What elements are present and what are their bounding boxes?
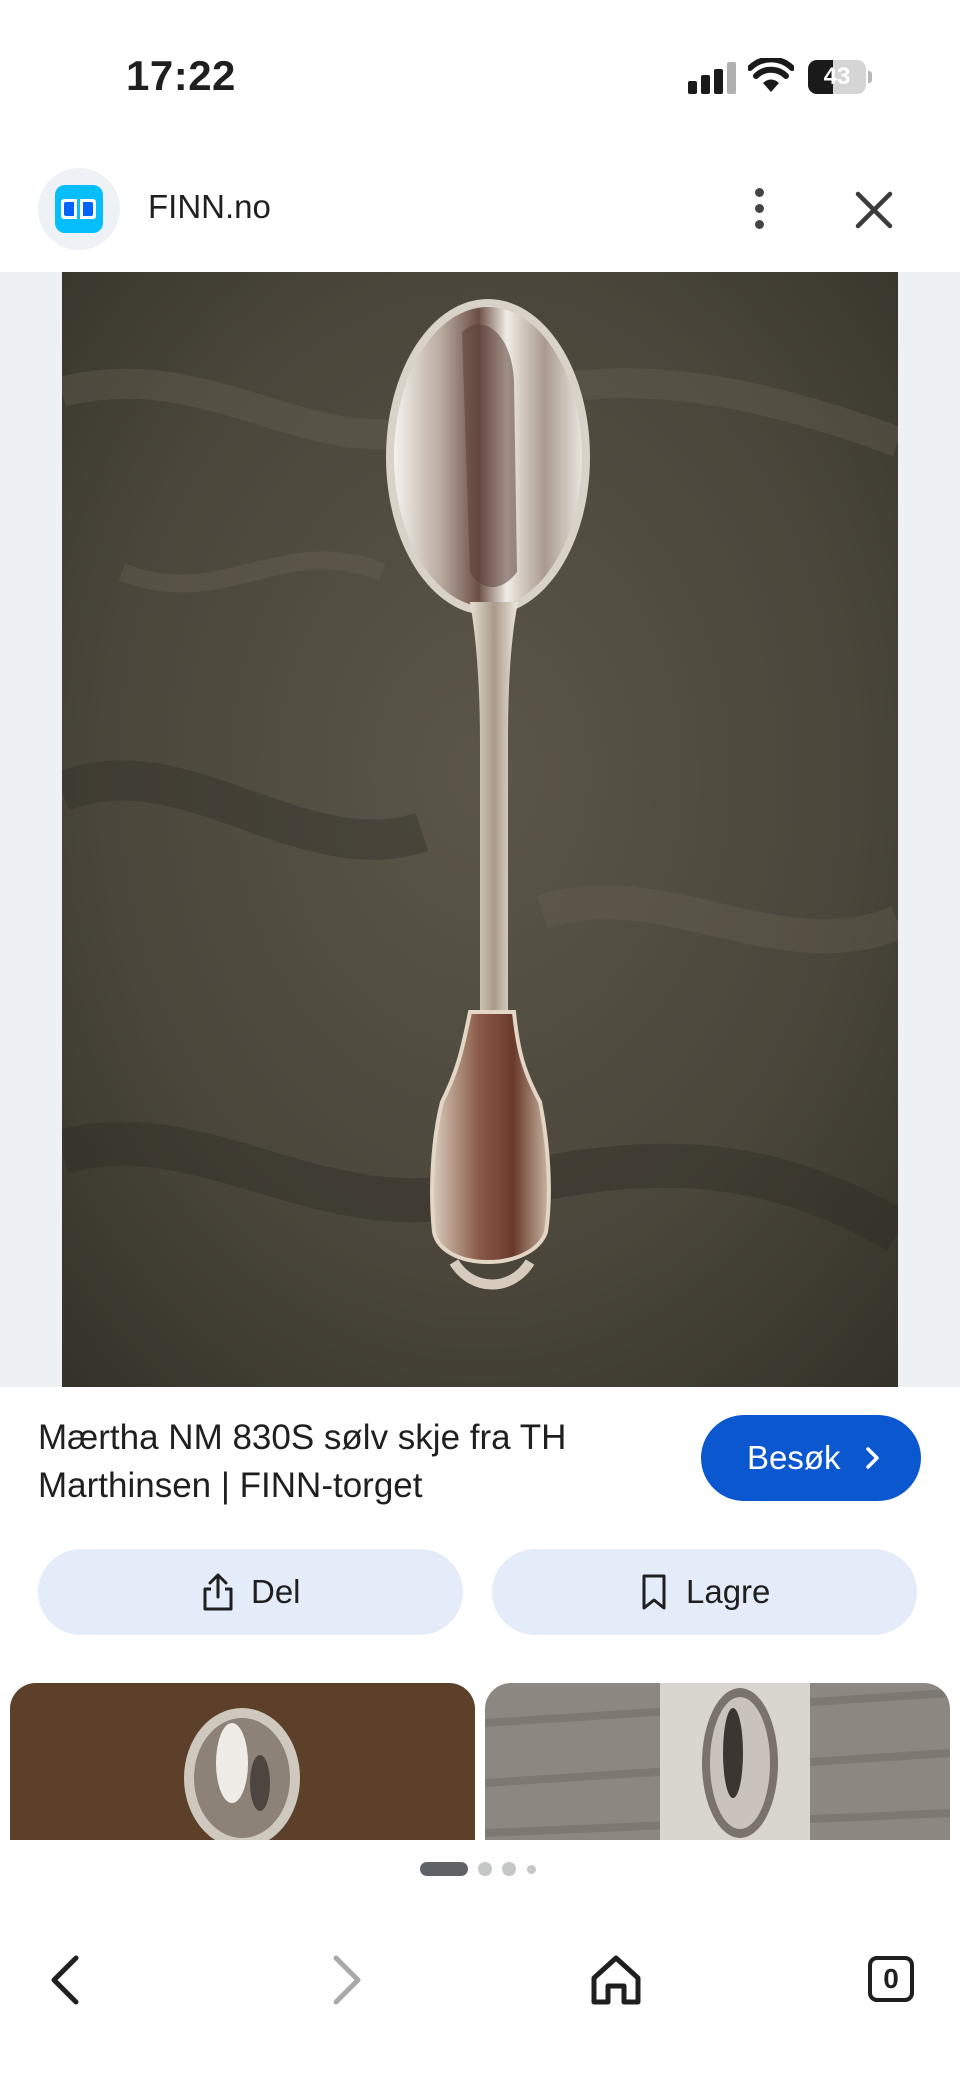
cellular-signal-icon — [688, 62, 736, 94]
pager-dot-active — [420, 1862, 468, 1876]
product-photo — [62, 272, 898, 1387]
related-photo — [485, 1683, 950, 1840]
image-pager — [0, 1862, 960, 1878]
chevron-left-icon[interactable] — [38, 1950, 98, 2010]
battery-level: 43 — [823, 63, 851, 90]
result-title[interactable]: Mærtha NM 830S sølv skje fra TH Marthins… — [38, 1414, 638, 1510]
bottom-navigation: 0 — [0, 1900, 960, 2087]
finn-logo-icon — [55, 185, 103, 233]
related-image-thumbnail[interactable] — [10, 1683, 475, 1840]
close-icon[interactable] — [848, 184, 900, 236]
save-label: Lagre — [686, 1573, 771, 1610]
site-title: FINN.no — [148, 188, 271, 225]
share-label: Del — [251, 1573, 301, 1610]
visit-button-label: Besøk — [747, 1439, 841, 1476]
pager-dot — [527, 1865, 536, 1874]
visit-button[interactable]: Besøk — [701, 1415, 921, 1501]
home-icon[interactable] — [586, 1950, 646, 2010]
pager-dot — [502, 1862, 516, 1876]
more-vert-icon[interactable] — [740, 180, 780, 236]
pager-dot — [478, 1862, 492, 1876]
related-photo — [10, 1683, 475, 1840]
share-button[interactable]: Del — [38, 1549, 463, 1635]
status-time: 17:22 — [126, 52, 236, 99]
tab-switcher-button[interactable]: 0 — [868, 1956, 914, 2002]
custom-tab-header: FINN.no — [0, 150, 960, 272]
wifi-icon — [748, 58, 794, 92]
battery-indicator: 43 — [808, 60, 872, 94]
related-image-thumbnail[interactable] — [485, 1683, 950, 1840]
chevron-right-icon — [866, 1447, 879, 1469]
share-icon — [203, 1573, 233, 1611]
image-viewer[interactable] — [0, 272, 960, 1387]
bookmark-icon — [642, 1574, 666, 1610]
status-bar: 17:22 43 — [0, 0, 960, 150]
chevron-right-icon — [333, 1955, 361, 2005]
save-button[interactable]: Lagre — [492, 1549, 917, 1635]
site-icon-button[interactable] — [38, 168, 120, 250]
